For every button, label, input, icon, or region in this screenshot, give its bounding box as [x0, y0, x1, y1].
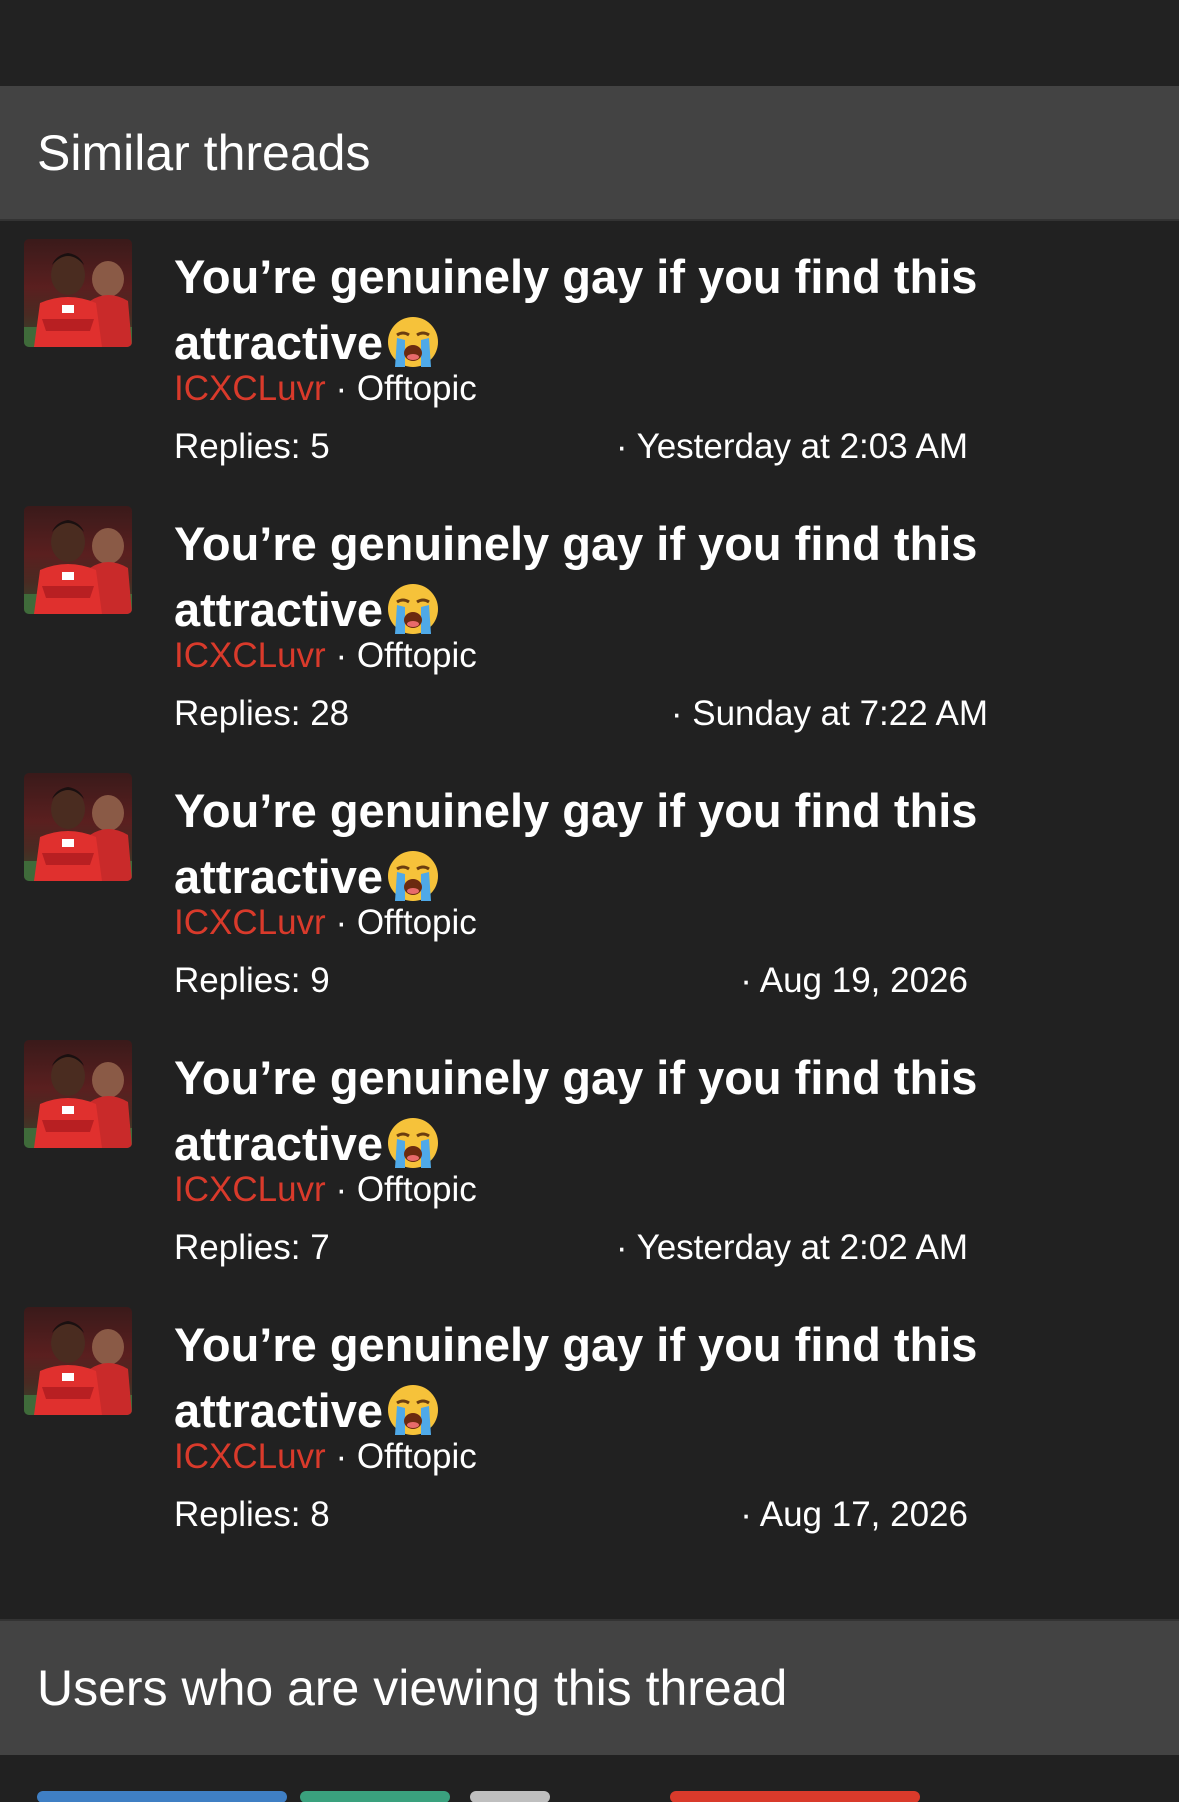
author-link[interactable]: ICXCLuvr	[174, 1437, 326, 1476]
thread-title-text[interactable]: You’re genuinely gay if you find this at…	[174, 1051, 977, 1170]
avatar-image	[24, 787, 132, 881]
avatar-image	[24, 1054, 132, 1148]
thread-stats: Replies: 5	[174, 427, 330, 467]
thread-meta: ICXCLuvr · Offtopic	[174, 903, 477, 943]
separator: ·	[325, 1437, 357, 1476]
thread-item[interactable]: You’re genuinely gay if you find this at…	[0, 1290, 1179, 1557]
avatar[interactable]	[24, 239, 132, 347]
separator: ·	[325, 636, 357, 675]
replies-label: Replies:	[174, 1228, 301, 1267]
thread-stats: Replies: 8	[174, 1495, 330, 1535]
avatar[interactable]	[24, 773, 132, 881]
top-spacer	[0, 0, 1179, 86]
loudly-crying-face-icon	[388, 1118, 438, 1168]
separator: ·	[325, 1170, 357, 1209]
replies-count: 5	[310, 427, 330, 466]
thread-title-text[interactable]: You’re genuinely gay if you find this at…	[174, 1318, 977, 1437]
author-link[interactable]: ICXCLuvr	[174, 636, 326, 675]
similar-threads-header: Similar threads	[0, 86, 1179, 221]
author-link[interactable]: ICXCLuvr	[174, 1170, 326, 1209]
thread-meta: ICXCLuvr · Offtopic	[174, 1437, 477, 1477]
replies-label: Replies:	[174, 961, 301, 1000]
thread-stats: Replies: 28	[174, 694, 349, 734]
users-viewing-title: Users who are viewing this thread	[37, 1660, 788, 1716]
replies-count: 8	[310, 1495, 330, 1534]
thread-title[interactable]: You’re genuinely gay if you find this at…	[174, 1045, 1034, 1177]
forum-link[interactable]: Offtopic	[357, 1437, 477, 1476]
thread-item[interactable]: You’re genuinely gay if you find this at…	[0, 1023, 1179, 1290]
author-link[interactable]: ICXCLuvr	[174, 903, 326, 942]
author-link[interactable]: ICXCLuvr	[174, 369, 326, 408]
separator: ·	[325, 369, 357, 408]
thread-meta: ICXCLuvr · Offtopic	[174, 1170, 477, 1210]
avatar-image	[24, 520, 132, 614]
thread-title-text[interactable]: You’re genuinely gay if you find this at…	[174, 517, 977, 636]
avatar-image	[24, 253, 132, 347]
thread-stats: Replies: 7	[174, 1228, 330, 1268]
separator: ·	[325, 903, 357, 942]
avatar[interactable]	[24, 506, 132, 614]
thread-title-text[interactable]: You’re genuinely gay if you find this at…	[174, 250, 977, 369]
avatar-image	[24, 1321, 132, 1415]
loudly-crying-face-icon	[388, 317, 438, 367]
thread-date[interactable]: · Aug 17, 2026	[740, 1495, 968, 1535]
replies-count: 7	[310, 1228, 330, 1267]
replies-label: Replies:	[174, 1495, 301, 1534]
users-viewing-header: Users who are viewing this thread	[0, 1619, 1179, 1755]
forum-link[interactable]: Offtopic	[357, 1170, 477, 1209]
thread-title-text[interactable]: You’re genuinely gay if you find this at…	[174, 784, 977, 903]
user-link-partial[interactable]	[470, 1791, 550, 1802]
thread-title[interactable]: You’re genuinely gay if you find this at…	[174, 1312, 1034, 1444]
forum-link[interactable]: Offtopic	[357, 903, 477, 942]
thread-date[interactable]: · Aug 19, 2026	[740, 961, 968, 1001]
thread-item[interactable]: You’re genuinely gay if you find this at…	[0, 222, 1179, 489]
thread-stats: Replies: 9	[174, 961, 330, 1001]
thread-meta: ICXCLuvr · Offtopic	[174, 636, 477, 676]
forum-link[interactable]: Offtopic	[357, 636, 477, 675]
replies-count: 28	[310, 694, 350, 733]
replies-label: Replies:	[174, 694, 301, 733]
thread-title[interactable]: You’re genuinely gay if you find this at…	[174, 511, 1034, 643]
forum-link[interactable]: Offtopic	[357, 369, 477, 408]
user-link-partial[interactable]	[670, 1791, 920, 1802]
thread-item[interactable]: You’re genuinely gay if you find this at…	[0, 756, 1179, 1023]
users-viewing-list-cutoff	[0, 1755, 1179, 1802]
loudly-crying-face-icon	[388, 851, 438, 901]
thread-meta: ICXCLuvr · Offtopic	[174, 369, 477, 409]
loudly-crying-face-icon	[388, 584, 438, 634]
replies-count: 9	[310, 961, 330, 1000]
similar-threads-title: Similar threads	[37, 124, 371, 181]
thread-date[interactable]: · Yesterday at 2:02 AM	[616, 1228, 968, 1268]
avatar[interactable]	[24, 1040, 132, 1148]
thread-date[interactable]: · Yesterday at 2:03 AM	[616, 427, 968, 467]
thread-title[interactable]: You’re genuinely gay if you find this at…	[174, 244, 1034, 376]
replies-label: Replies:	[174, 427, 301, 466]
user-link-partial[interactable]	[37, 1791, 287, 1802]
avatar[interactable]	[24, 1307, 132, 1415]
user-link-partial[interactable]	[300, 1791, 450, 1802]
thread-title[interactable]: You’re genuinely gay if you find this at…	[174, 778, 1034, 910]
thread-date[interactable]: · Sunday at 7:22 AM	[671, 694, 988, 734]
loudly-crying-face-icon	[388, 1385, 438, 1435]
thread-item[interactable]: You’re genuinely gay if you find this at…	[0, 489, 1179, 756]
